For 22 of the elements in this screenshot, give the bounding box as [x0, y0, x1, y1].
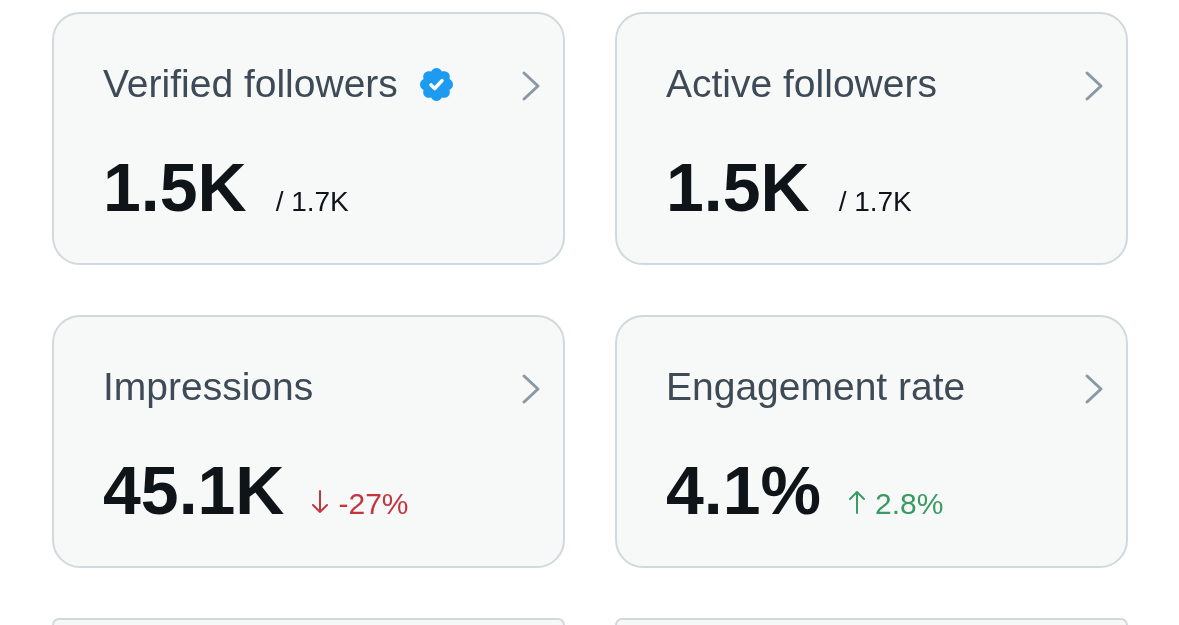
metric-value: 4.1%: [666, 456, 821, 524]
metric-card[interactable]: Active followers 1.5K / 1.7K: [615, 12, 1128, 265]
card-title: Engagement rate: [666, 364, 966, 410]
chevron-right-icon: [1084, 70, 1104, 102]
chevron-right-icon: [521, 70, 541, 102]
metric-card[interactable]: Impressions 45.1K -27%: [52, 315, 565, 568]
metric-card[interactable]: [615, 618, 1128, 625]
metric-value: 1.5K: [666, 153, 810, 221]
chevron-right-icon: [1084, 373, 1104, 405]
card-title: Impressions: [103, 364, 314, 410]
metric-total: / 1.7K: [275, 188, 349, 216]
trend-value: -27%: [338, 489, 409, 519]
card-title: Verified followers: [103, 61, 398, 107]
metric-total: / 1.7K: [838, 188, 912, 216]
metric-value: 1.5K: [103, 153, 247, 221]
metric-value: 45.1K: [103, 456, 285, 524]
trend-value: 2.8%: [875, 489, 944, 519]
card-title: Active followers: [666, 61, 937, 107]
metric-card[interactable]: Verified followers 1.5K / 1.7K: [52, 12, 565, 265]
metric-card[interactable]: Engagement rate 4.1% 2.8%: [615, 315, 1128, 568]
chevron-right-icon: [521, 373, 541, 405]
metric-card[interactable]: [52, 618, 565, 625]
